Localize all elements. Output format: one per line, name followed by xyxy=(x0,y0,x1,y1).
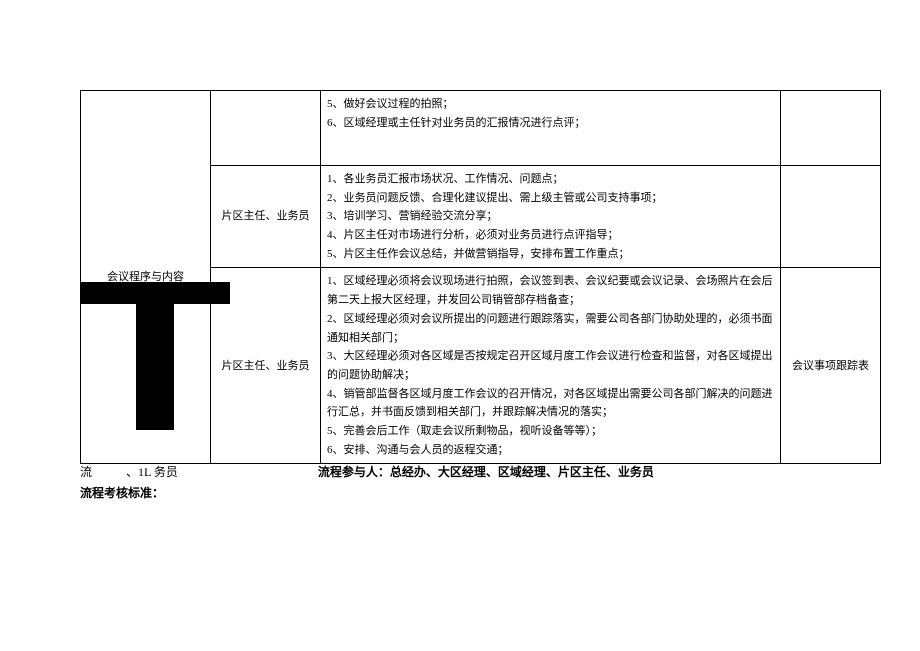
cell-role: 片区主任、业务员 xyxy=(211,268,321,464)
cell-content: 1、区域经理必须将会议现场进行拍照，会议签到表、会议纪要或会议记录、会场照片在会… xyxy=(321,268,781,464)
footer-mid-text: 、1L 务员 xyxy=(126,463,178,482)
cell-content: 1、各业务员汇报市场状况、工作情况、问题点；2、业务员问题反馈、合理化建议提出、… xyxy=(321,166,781,268)
cell-attachment xyxy=(781,166,881,268)
footer-left-text: 流 xyxy=(80,463,92,482)
table-row: 会议程序与内容 5、做好会议过程的拍照；6、区域经理或主任针对业务员的汇报情况进… xyxy=(81,91,881,166)
footer-participants-value: 总经办、大区经理、区域经理、片区主任、业务员 xyxy=(390,465,654,479)
meeting-process-table: 会议程序与内容 5、做好会议过程的拍照；6、区域经理或主任针对业务员的汇报情况进… xyxy=(80,90,881,464)
footer-participants: 流程参与人：总经办、大区经理、区域经理、片区主任、业务员 xyxy=(318,463,654,482)
footer-section: 流 、1L 务员 流程参与人：总经办、大区经理、区域经理、片区主任、业务员 流程… xyxy=(80,463,880,503)
cell-attachment: 会议事项跟踪表 xyxy=(781,268,881,464)
label-text: 会议程序与内容 xyxy=(107,271,184,283)
cell-attachment xyxy=(781,91,881,166)
col-meeting-process-label: 会议程序与内容 xyxy=(81,91,211,464)
content-text: 5、做好会议过程的拍照；6、区域经理或主任针对业务员的汇报情况进行点评； xyxy=(327,98,586,129)
footer-line-2: 流程考核标准： xyxy=(80,484,880,503)
cell-role: 片区主任、业务员 xyxy=(211,166,321,268)
content-text: 1、区域经理必须将会议现场进行拍照，会议签到表、会议纪要或会议记录、会场照片在会… xyxy=(327,275,773,455)
content-text: 1、各业务员汇报市场状况、工作情况、问题点；2、业务员问题反馈、合理化建议提出、… xyxy=(327,173,663,260)
cell-content: 5、做好会议过程的拍照；6、区域经理或主任针对业务员的汇报情况进行点评； xyxy=(321,91,781,166)
cell-role xyxy=(211,91,321,166)
footer-participants-label: 流程参与人： xyxy=(318,465,390,479)
footer-line-1: 流 、1L 务员 流程参与人：总经办、大区经理、区域经理、片区主任、业务员 xyxy=(80,463,880,482)
